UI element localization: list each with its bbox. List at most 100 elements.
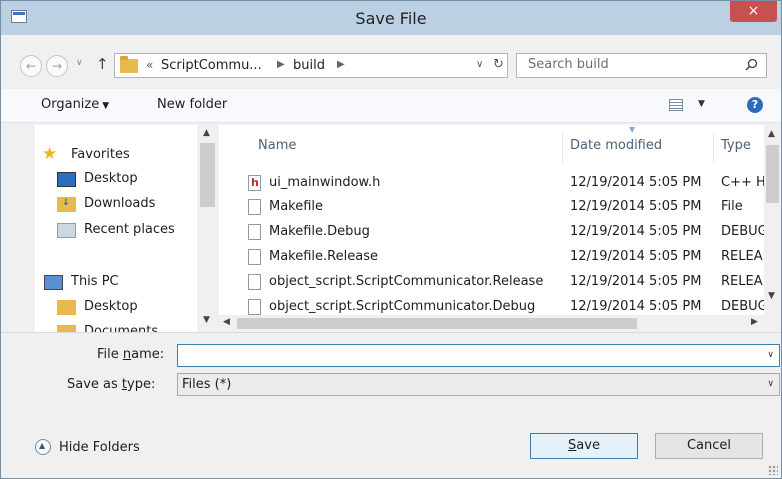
scrollbar-thumb[interactable]	[200, 143, 215, 207]
resize-grip-icon[interactable]	[768, 465, 778, 475]
close-button[interactable]: ×	[730, 1, 777, 22]
file-type: RELEA	[721, 274, 763, 289]
table-row[interactable]: ui_mainwindow.h 12/19/2014 5:05 PM C++ H	[219, 172, 764, 196]
file-name: Makefile.Debug	[269, 224, 370, 239]
filename-label-text: ame:	[131, 347, 165, 362]
filename-combobox[interactable]: ∨	[177, 344, 780, 367]
breadcrumb-scriptcommunicator[interactable]: ScriptCommu...	[161, 58, 262, 73]
search-icon[interactable]	[745, 58, 758, 75]
recent-places-icon	[57, 223, 76, 238]
column-header-type[interactable]: Type	[721, 138, 751, 153]
address-dropdown-icon[interactable]: ∨	[476, 59, 483, 70]
new-folder-button[interactable]: New folder	[157, 97, 227, 112]
table-row[interactable]: Makefile.Release 12/19/2014 5:05 PM RELE…	[219, 246, 764, 270]
filename-label-text: File	[97, 347, 123, 362]
hide-folders-label: Hide Folders	[59, 440, 140, 455]
folder-icon	[57, 300, 76, 315]
chevron-down-icon: ▼	[102, 101, 110, 111]
save-file-dialog: Save File × ← → ∨ ↑ « ScriptCommu... ▶ b…	[0, 0, 782, 479]
title-bar[interactable]: Save File ×	[1, 1, 781, 35]
breadcrumb-overflow[interactable]: «	[146, 58, 153, 72]
back-button[interactable]: ←	[20, 55, 42, 77]
file-icon	[248, 249, 261, 265]
chevron-down-icon[interactable]: ∨	[767, 379, 774, 389]
file-icon	[248, 224, 261, 240]
navigation-pane[interactable]: ★ Favorites Desktop Downloads Recent pla…	[35, 125, 218, 332]
search-input[interactable]	[528, 57, 728, 72]
file-icon	[248, 299, 261, 315]
filename-label-accesskey: n	[122, 347, 132, 362]
file-type: C++ H	[721, 175, 764, 190]
scroll-right-icon[interactable]: ▶	[751, 317, 758, 327]
file-date: 12/19/2014 5:05 PM	[570, 249, 702, 264]
file-date: 12/19/2014 5:05 PM	[570, 274, 702, 289]
filename-label: File name:	[97, 347, 164, 362]
scrollbar-thumb[interactable]	[237, 318, 637, 329]
filename-input[interactable]	[182, 347, 752, 362]
scroll-up-icon[interactable]: ▲	[203, 128, 210, 138]
breadcrumb-separator-icon[interactable]: ▶	[277, 59, 285, 70]
save-button[interactable]: Save	[530, 433, 638, 459]
star-icon: ★	[42, 144, 58, 164]
header-file-icon	[248, 175, 261, 191]
table-row[interactable]: object_script.ScriptCommunicator.Release…	[219, 271, 764, 295]
file-icon	[248, 274, 261, 290]
file-name: Makefile.Release	[269, 249, 378, 264]
save-as-type-value: Files (*)	[182, 377, 232, 392]
nav-item-label: Desktop	[84, 171, 138, 186]
scroll-left-icon[interactable]: ◀	[223, 317, 230, 327]
file-type: File	[721, 199, 743, 214]
navigation-pane-scrollbar[interactable]: ▲ ▼	[197, 125, 218, 332]
organize-button[interactable]: Organize ▼	[41, 97, 109, 112]
nav-item-label: Downloads	[84, 196, 156, 211]
forward-button[interactable]: →	[46, 55, 68, 77]
downloads-icon	[57, 197, 76, 212]
file-name: object_script.ScriptCommunicator.Debug	[269, 299, 536, 314]
nav-item-label: This PC	[71, 274, 119, 289]
file-type: RELEA	[721, 249, 763, 264]
scroll-down-icon[interactable]: ▼	[768, 291, 775, 301]
table-row[interactable]: Makefile 12/19/2014 5:05 PM File	[219, 196, 764, 220]
up-arrow-icon[interactable]: ↑	[96, 55, 109, 73]
nav-item-label: Desktop	[84, 299, 138, 314]
file-date: 12/19/2014 5:05 PM	[570, 299, 702, 314]
save-as-type-select[interactable]: Files (*) ∨	[177, 373, 780, 396]
address-row: ← → ∨ ↑ « ScriptCommu... ▶ build ▶ ∨ ↻	[1, 37, 781, 85]
save-as-type-label-text: ype:	[127, 377, 156, 392]
search-box[interactable]	[516, 53, 767, 78]
view-options-chevron-icon[interactable]: ▼	[698, 99, 705, 109]
breadcrumb-separator-icon[interactable]: ▶	[337, 59, 345, 70]
scroll-down-icon[interactable]: ▼	[203, 315, 210, 325]
nav-item-label: Favorites	[71, 147, 130, 162]
table-row[interactable]: Makefile.Debug 12/19/2014 5:05 PM DEBUG	[219, 221, 764, 245]
save-label: ave	[576, 438, 600, 453]
refresh-icon[interactable]: ↻	[493, 57, 504, 72]
organize-label: Organize	[41, 97, 100, 112]
column-header-date-modified[interactable]: Date modified	[570, 138, 662, 153]
file-list-vertical-scrollbar[interactable]: ▲ ▼	[764, 125, 781, 315]
cancel-button[interactable]: Cancel	[655, 433, 763, 459]
toolbar: Organize ▼ New folder ▼ ?	[1, 89, 781, 123]
file-name: ui_mainwindow.h	[269, 175, 381, 190]
file-date: 12/19/2014 5:05 PM	[570, 199, 702, 214]
save-as-type-label: Save as type:	[67, 377, 155, 392]
file-icon	[248, 199, 261, 215]
view-options-icon[interactable]	[669, 99, 683, 111]
window-title: Save File	[355, 9, 427, 28]
scrollbar-thumb[interactable]	[766, 145, 779, 203]
scroll-up-icon[interactable]: ▲	[768, 129, 775, 139]
recent-locations-chevron-icon[interactable]: ∨	[76, 58, 83, 68]
help-icon[interactable]: ?	[747, 97, 763, 113]
file-date: 12/19/2014 5:05 PM	[570, 224, 702, 239]
sort-indicator-icon: ▼	[629, 125, 636, 134]
collapse-up-icon	[35, 439, 51, 455]
breadcrumb-build[interactable]: build	[293, 58, 325, 73]
file-list[interactable]: ▼ Name Date modified Type ui_mainwindow.…	[219, 125, 764, 332]
nav-item-label: Documents	[84, 324, 159, 332]
chevron-down-icon[interactable]: ∨	[767, 350, 774, 360]
column-divider[interactable]	[713, 133, 714, 163]
address-bar[interactable]: « ScriptCommu... ▶ build ▶ ∨ ↻	[114, 53, 508, 78]
column-divider[interactable]	[562, 133, 563, 163]
column-header-name[interactable]: Name	[258, 138, 296, 153]
file-list-horizontal-scrollbar[interactable]: ◀ ▶	[219, 315, 764, 332]
